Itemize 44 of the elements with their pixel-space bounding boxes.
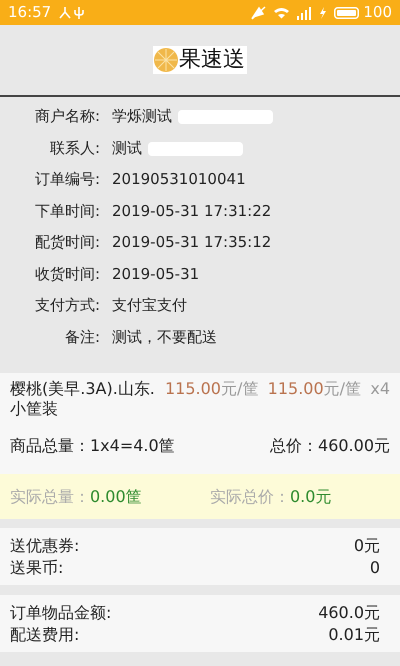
price-unit: 元/筐 [220, 379, 258, 400]
info-value: 2019-05-31 [112, 264, 200, 284]
signal-icon [297, 6, 312, 20]
product-name: 樱桃(美早.3A).山东.小筐装 [10, 379, 156, 419]
info-label: 联系人: [48, 138, 100, 158]
actual-quantity-label: 实际总量： [10, 486, 90, 508]
info-label: 下单时间: [34, 200, 100, 222]
price-unit: 元/筐 [324, 379, 362, 400]
row-label: 送果币: [10, 557, 64, 578]
info-value: 2019-05-31 17:35:12 [112, 232, 272, 253]
info-label: 收货时间: [34, 264, 100, 284]
wifi-icon [274, 6, 290, 19]
row-value: 460.0元 [318, 602, 380, 623]
row-label: 配送费用: [10, 624, 80, 645]
info-label: 备注: [64, 326, 100, 348]
item-quantity: 商品总量：1x4=4.0筐 [10, 436, 175, 456]
unit-price: 115.00 [165, 379, 221, 400]
row-value: 0 [370, 557, 380, 578]
info-label: 支付方式: [34, 295, 100, 316]
row-label: 订单物品金额: [10, 602, 112, 623]
info-label: 订单编号: [34, 169, 100, 190]
citrus-slice-icon [153, 47, 179, 73]
battery-level: 100 [363, 2, 392, 24]
info-value: 学烁测试 [112, 105, 273, 128]
info-value: 支付宝支付 [112, 295, 187, 316]
item-total: 总价：460.00元 [270, 436, 390, 456]
info-value: 20190531010041 [112, 169, 246, 190]
info-label: 配货时间: [34, 232, 100, 253]
row-label: 送优惠券: [10, 535, 80, 556]
charging-icon [320, 6, 326, 18]
clock: 16:57 [8, 2, 52, 24]
row-value: 0.01元 [328, 624, 380, 645]
actual-total: 0.0元 [290, 486, 332, 508]
actual-price: 115.00 [268, 379, 324, 400]
info-label: 商户名称: [34, 106, 100, 127]
quantity: x4 [370, 379, 390, 400]
actual-total-label: 实际总价： [210, 486, 290, 508]
brand-name: 果速送 [179, 46, 245, 74]
info-value: 测试 [112, 136, 243, 160]
actual-quantity: 0.00筐 [90, 486, 142, 508]
row-value: 0元 [354, 535, 380, 556]
battery-icon [334, 6, 360, 18]
info-value: 2019-05-31 17:31:22 [112, 200, 272, 222]
info-value: 测试，不要配送 [112, 326, 217, 348]
